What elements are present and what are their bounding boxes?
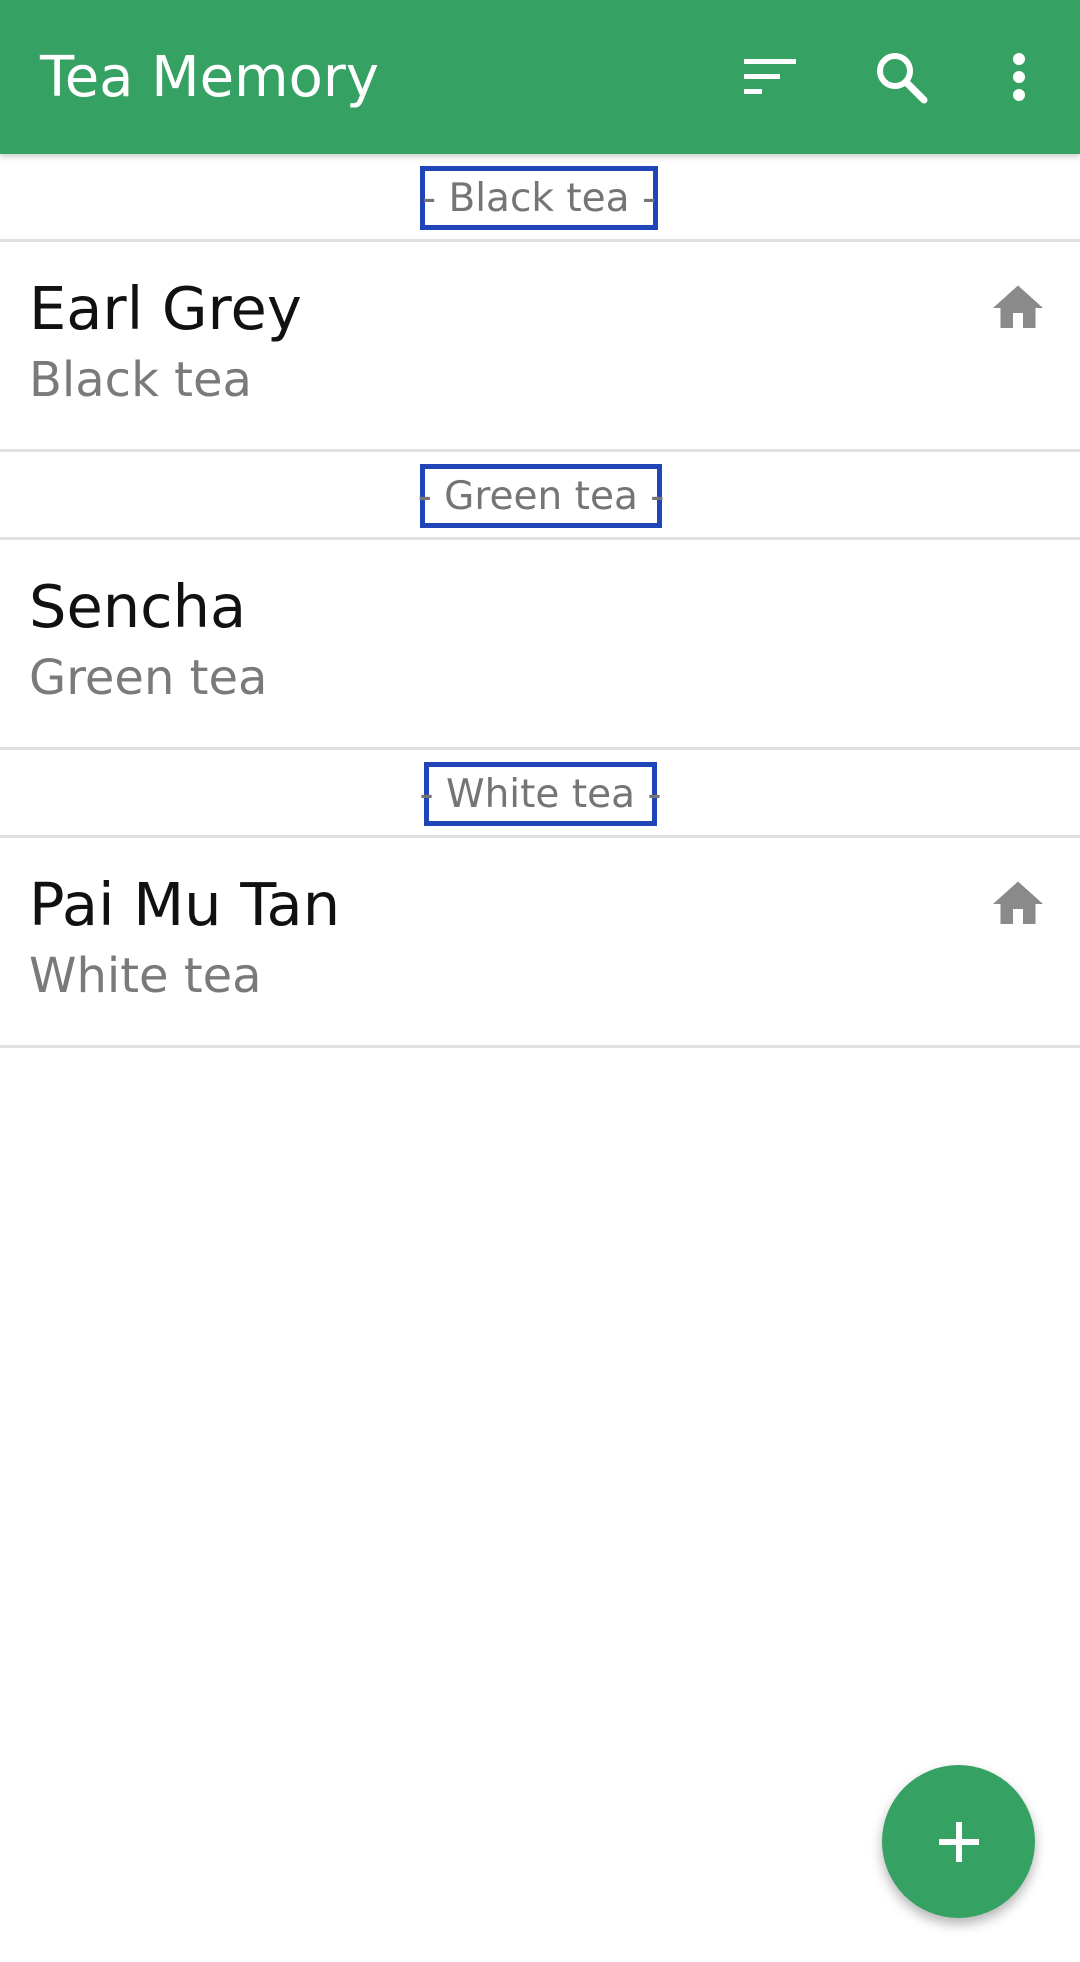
search-button[interactable] (858, 34, 944, 120)
sort-button[interactable] (727, 34, 813, 120)
more-vert-icon (1013, 53, 1025, 101)
section-header-white-tea: - White tea - (0, 750, 1080, 838)
app-title: Tea Memory (40, 45, 380, 110)
tea-type: Green tea (29, 650, 268, 706)
tea-list-item[interactable]: Sencha Green tea (0, 540, 1080, 750)
home-icon (993, 285, 1043, 328)
plus-icon (938, 1821, 979, 1862)
section-header-label: - Green tea - (418, 464, 664, 528)
tea-list-item[interactable]: Pai Mu Tan White tea (0, 838, 1080, 1048)
tea-type: Black tea (29, 352, 252, 408)
sort-icon (744, 59, 796, 94)
add-tea-button[interactable] (882, 1765, 1035, 1918)
app-bar: Tea Memory (0, 0, 1080, 154)
section-header-label: - White tea - (420, 762, 661, 826)
home-icon (993, 881, 1043, 924)
tea-name: Earl Grey (29, 274, 302, 343)
section-header-green-tea: - Green tea - (0, 452, 1080, 540)
tea-list-item[interactable]: Earl Grey Black tea (0, 242, 1080, 452)
section-header-label: - Black tea - (420, 166, 658, 230)
tea-memory-app: Tea Memory - Black tea - Earl Grey Black… (0, 0, 1080, 1962)
tea-list: - Black tea - Earl Grey Black tea - Gree… (0, 154, 1080, 1048)
section-header-black-tea: - Black tea - (0, 154, 1080, 242)
tea-type: White tea (29, 948, 262, 1004)
more-options-button[interactable] (976, 34, 1062, 120)
tea-name: Pai Mu Tan (29, 870, 341, 939)
search-icon (877, 53, 928, 104)
tea-name: Sencha (29, 572, 247, 641)
